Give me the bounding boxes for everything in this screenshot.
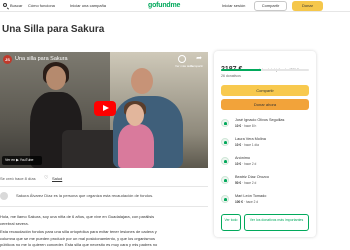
divider bbox=[0, 206, 208, 207]
play-button-icon[interactable] bbox=[94, 101, 116, 116]
girl-face bbox=[126, 104, 144, 126]
campaign-story: Hola, me llamo Sakura, soy una niña de 6… bbox=[0, 214, 210, 249]
donor-meta: 10 € · hace 1 día bbox=[235, 143, 259, 147]
donor-icon bbox=[221, 176, 229, 184]
search-link[interactable]: Buscar bbox=[10, 2, 22, 10]
donor-time: hace 8 h bbox=[244, 124, 257, 128]
share-arrow-icon[interactable]: ➦ bbox=[194, 55, 204, 63]
see-all-button[interactable]: Ver todo bbox=[221, 214, 241, 231]
organizer-avatar bbox=[0, 192, 8, 200]
gofundme-logo[interactable]: gofundme bbox=[148, 1, 180, 11]
donor-time: hace 2 d bbox=[244, 181, 257, 185]
top-donations-button[interactable]: Ver los donativos más importantes bbox=[244, 214, 309, 231]
story-line: cerebral severa. bbox=[0, 220, 29, 226]
donate-button-header[interactable]: Donar bbox=[292, 1, 323, 11]
donor-name: Laura Vera Molina bbox=[235, 137, 266, 141]
donor-icon bbox=[221, 157, 229, 165]
girl-body bbox=[118, 124, 154, 168]
donor-item: Beatriz Díaz Orozco 50 € · hace 2 d bbox=[221, 175, 311, 189]
donor-amount: 10 € bbox=[235, 162, 242, 166]
donor-meta: 100 € · hace 2 d bbox=[235, 200, 259, 204]
how-it-works-link[interactable]: Cómo funciona bbox=[28, 2, 55, 10]
top-nav: Buscar Cómo funciona Iniciar una campaña… bbox=[0, 0, 350, 12]
donation-card: 2187 € recaudados del objetivo de 4800 €… bbox=[214, 51, 316, 237]
donor-item: Mari León Tomado 100 € · hace 2 d bbox=[221, 194, 311, 208]
donor-meta: 10 € · hace 2 d bbox=[235, 162, 257, 166]
video-title[interactable]: Una silla para Sakura bbox=[15, 56, 68, 62]
donor-name: Mari León Tomado bbox=[235, 194, 267, 198]
donor-meta: 50 € · hace 2 d bbox=[235, 181, 257, 185]
heart-icon: ♡ bbox=[44, 175, 49, 181]
progress-bar bbox=[221, 69, 309, 71]
donor-time: hace 2 d bbox=[244, 162, 257, 166]
campaign-video[interactable]: JS Una silla para Sakura ➦ Ver más tarde… bbox=[0, 52, 208, 168]
donate-now-button[interactable]: Donar ahora bbox=[221, 99, 309, 110]
created-date: Se creó hace 8 días bbox=[0, 176, 36, 181]
donor-amount: 10 € bbox=[235, 143, 242, 147]
organizer-text: Sakura Álvarez Díaz es la persona que or… bbox=[16, 193, 154, 198]
donor-item: Laura Vera Molina 10 € · hace 1 día bbox=[221, 137, 311, 151]
login-link[interactable]: Iniciar sesión bbox=[222, 2, 245, 10]
donor-amount: 10 € bbox=[235, 124, 242, 128]
share-button-header[interactable]: Compartir bbox=[254, 1, 287, 11]
man-face bbox=[131, 68, 153, 94]
channel-avatar[interactable]: JS bbox=[3, 55, 12, 64]
donor-time: hace 2 d bbox=[245, 200, 259, 204]
search-icon[interactable] bbox=[3, 3, 7, 7]
donor-icon bbox=[221, 195, 229, 203]
donor-meta: 10 € · hace 8 h bbox=[235, 124, 257, 128]
progress-fill bbox=[221, 69, 262, 71]
clock-icon[interactable] bbox=[178, 55, 186, 63]
share-video-label: Compartir bbox=[190, 64, 204, 68]
donor-name: Anónimo bbox=[235, 156, 250, 160]
donor-item: José Ignacio Olivos Seguillas 10 € · hac… bbox=[221, 118, 311, 132]
donor-amount: 100 € bbox=[235, 200, 243, 204]
donations-count: 26 donativos bbox=[221, 74, 241, 78]
donor-icon bbox=[221, 138, 229, 146]
start-campaign-link[interactable]: Iniciar una campaña bbox=[70, 2, 106, 10]
donor-name: José Ignacio Olivos Seguillas bbox=[235, 118, 285, 122]
category-link[interactable]: Salud bbox=[52, 176, 62, 181]
page-title: Una Silla para Sakura bbox=[2, 24, 105, 35]
woman-face bbox=[46, 66, 66, 90]
donor-time: hace 1 día bbox=[244, 143, 259, 147]
donor-item: Anónimo 10 € · hace 2 d bbox=[221, 156, 311, 170]
divider bbox=[0, 186, 208, 187]
donor-amount: 50 € bbox=[235, 181, 242, 185]
donor-name: Beatriz Díaz Orozco bbox=[235, 175, 269, 179]
watch-on-youtube-button[interactable]: Ver en ▶ YouTube bbox=[2, 156, 42, 165]
donor-icon bbox=[221, 119, 229, 127]
story-line: públicos no me lo quieren conceder. Esta… bbox=[0, 242, 158, 247]
share-button[interactable]: Compartir bbox=[221, 85, 309, 96]
